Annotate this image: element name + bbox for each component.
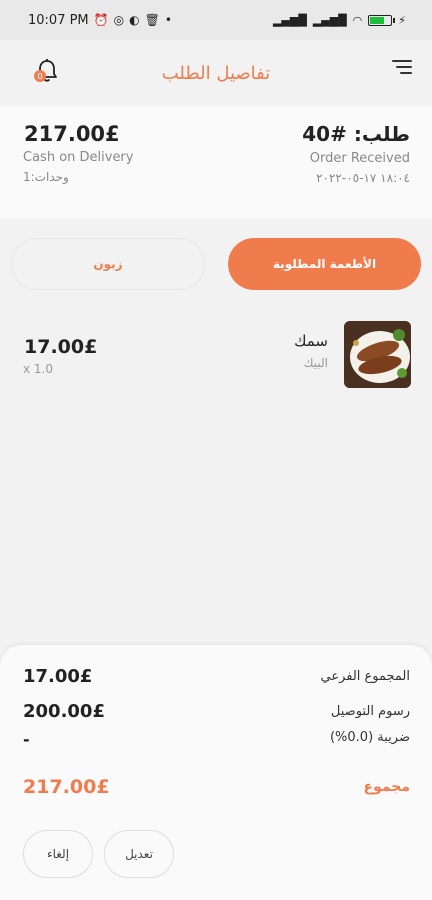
- delivery-fee-label: رسوم التوصيل: [330, 704, 410, 719]
- wifi-icon: ◠: [352, 13, 363, 27]
- charging-icon: ⚡: [398, 13, 406, 27]
- units-count: وحدات:1: [23, 170, 69, 184]
- item-image: [344, 321, 411, 388]
- item-name: سمك: [294, 332, 328, 350]
- status-time: 10:07 PM: [28, 12, 89, 28]
- status-left: 10:07 PM ⏰ ◎ ◐ 🗑 •: [28, 13, 172, 28]
- app-header: تفاصيل الطلب: [0, 40, 432, 106]
- menu-line: [400, 72, 412, 74]
- signal-icon: ▂▄▆█: [272, 13, 307, 27]
- battery-fill: [370, 16, 385, 24]
- page-title: تفاصيل الطلب: [161, 62, 271, 84]
- grand-total-value: 217.00£: [23, 776, 110, 798]
- tab-customer[interactable]: زبون: [11, 238, 205, 290]
- order-id: طلب: #40: [302, 122, 410, 146]
- subtotal-value: 17.00£: [23, 666, 93, 687]
- menu-line: [396, 66, 412, 68]
- status-bar: 10:07 PM ⏰ ◎ ◐ 🗑 • ▂▄▆█ ▂▄▆█ ◠ ⚡: [0, 0, 432, 40]
- menu-line: [392, 60, 412, 62]
- battery-icon: [368, 14, 396, 26]
- item-restaurant: البيك: [303, 356, 328, 370]
- tax-value: -: [23, 730, 30, 749]
- payment-method: Cash on Delivery: [23, 150, 134, 165]
- tax-label: ضريبة (0.0%): [329, 730, 410, 745]
- grand-total-label: مجموع: [363, 779, 410, 795]
- delete-icon: 🗑: [144, 13, 160, 27]
- signal-icon: ▂▄▆█: [312, 13, 347, 27]
- cancel-button[interactable]: إلغاء: [23, 830, 93, 878]
- order-summary: 217.00£ Cash on Delivery وحدات:1 طلب: #4…: [0, 106, 432, 218]
- tab-ordered-items[interactable]: الأطعمة المطلوبة: [228, 238, 421, 290]
- menu-icon[interactable]: [390, 60, 412, 76]
- vpn-icon: ◐: [129, 13, 140, 27]
- delivery-fee-value: 200.00£: [23, 701, 105, 722]
- edit-button[interactable]: تعديل: [104, 830, 174, 878]
- order-date: ١٨:٠٤ ١٧-٠٥-٢٠٢٢: [316, 171, 410, 185]
- order-status: Order Received: [309, 151, 410, 166]
- order-total: 217.00£: [24, 122, 120, 146]
- status-dot: •: [164, 13, 172, 27]
- item-price: 17.00£: [24, 336, 98, 358]
- list-item[interactable]: 17.00£ x 1.0 سمك البيك: [0, 318, 432, 398]
- alarm-icon: ⏰: [93, 13, 109, 27]
- status-right: ▂▄▆█ ▂▄▆█ ◠ ⚡: [273, 14, 406, 27]
- item-quantity: x 1.0: [23, 362, 53, 376]
- subtotal-label: المجموع الفرعي: [320, 669, 410, 684]
- whatsapp-icon: ◎: [113, 13, 125, 27]
- notification-badge: 0: [34, 70, 46, 82]
- totals-panel: 17.00£ المجموع الفرعي 200.00£ رسوم التوص…: [0, 645, 432, 900]
